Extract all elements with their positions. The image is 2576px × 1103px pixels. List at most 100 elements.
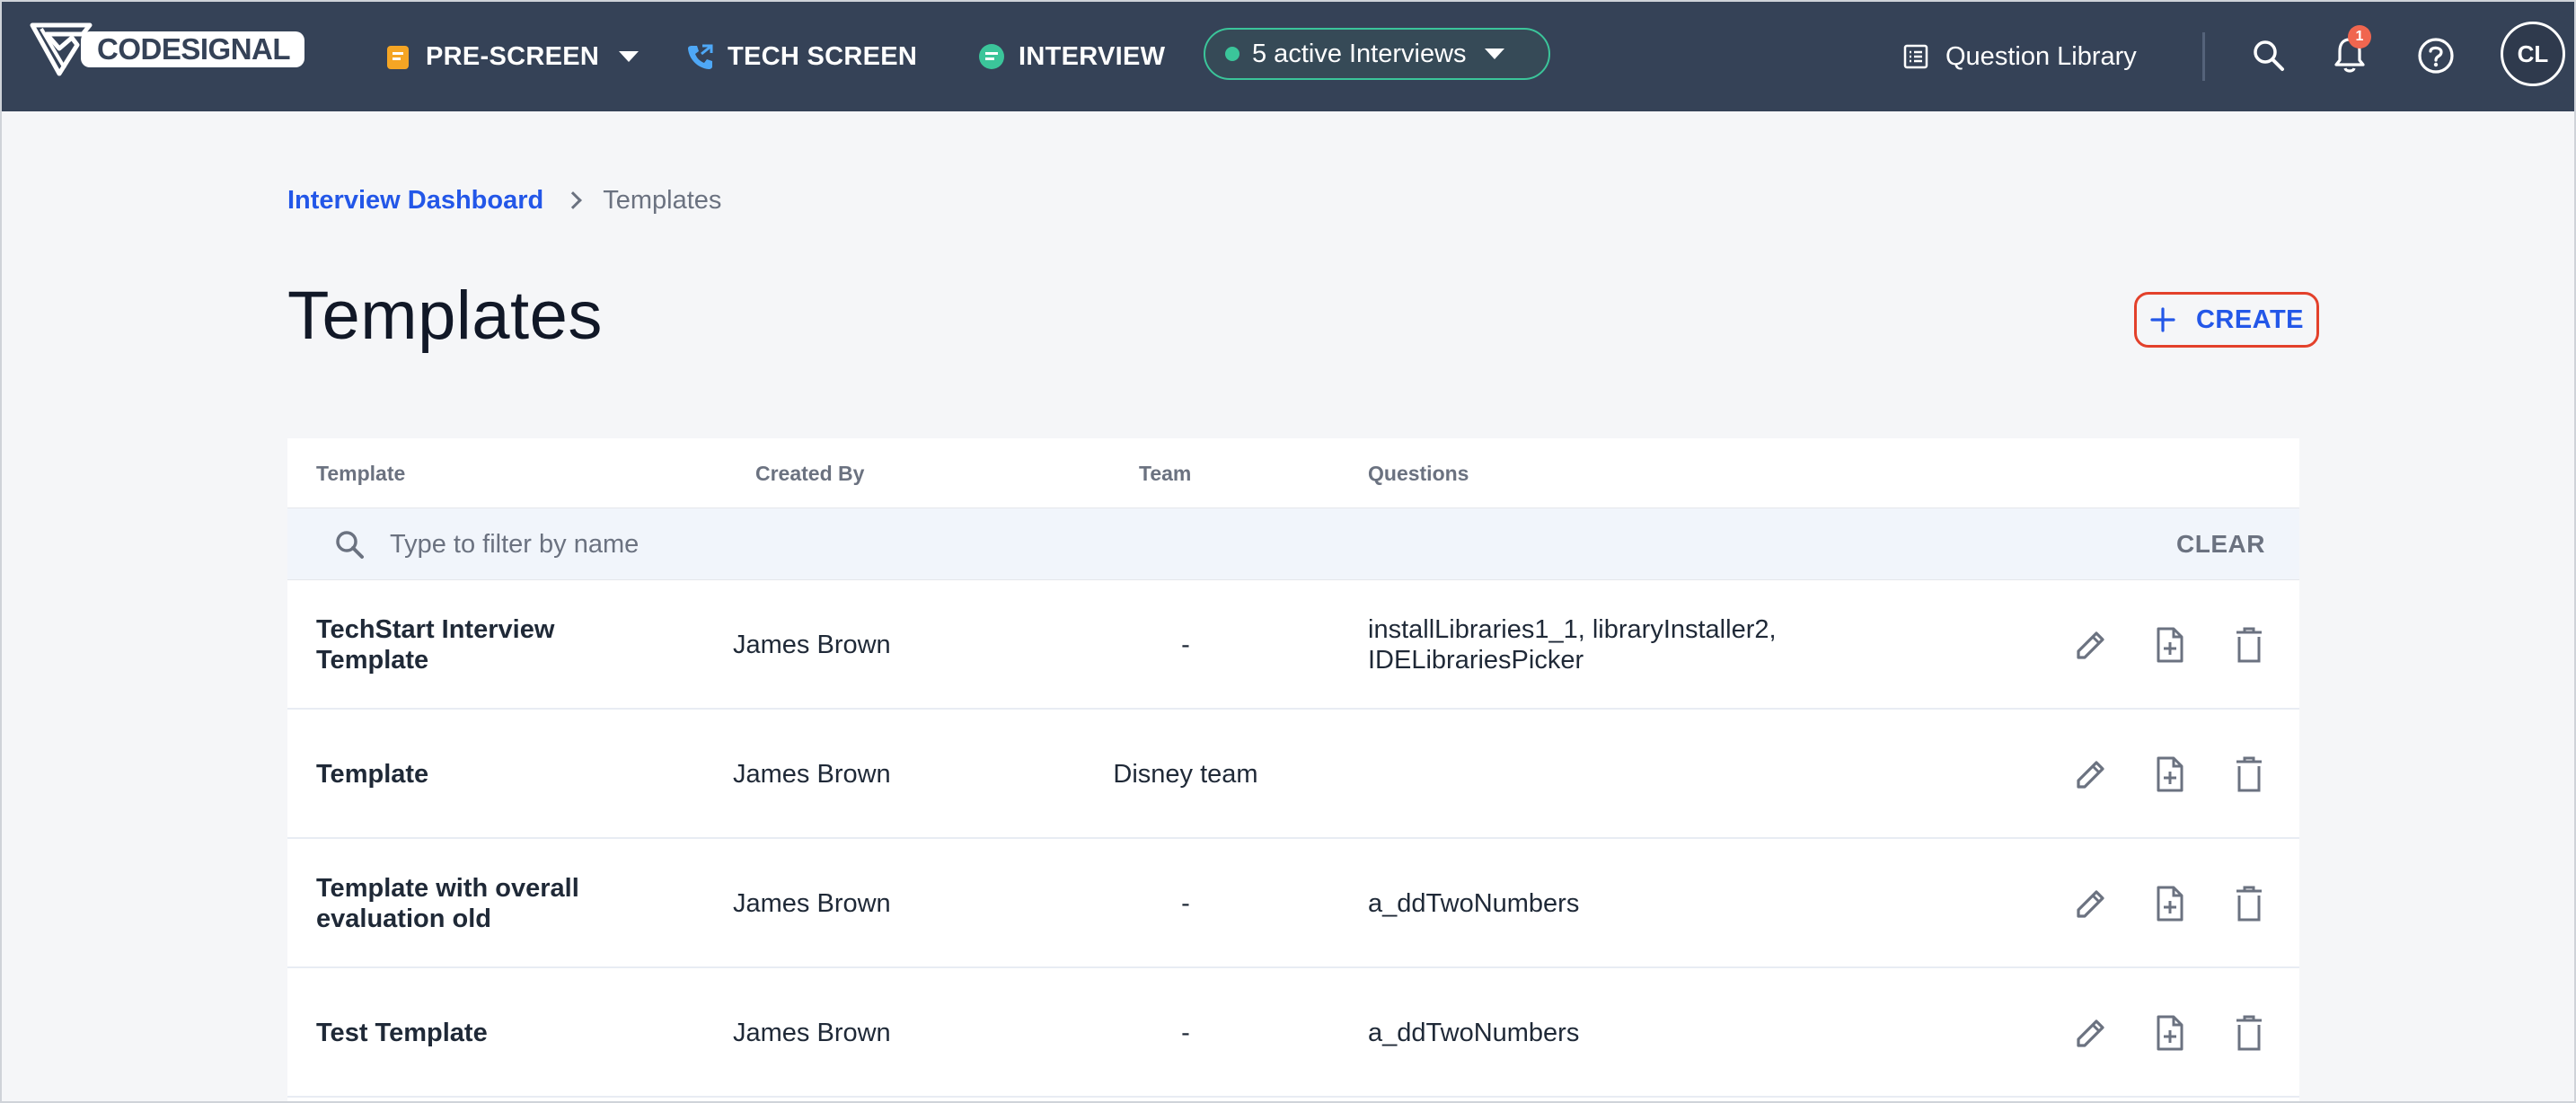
nav-tech-screen-label: TECH SCREEN <box>728 41 918 71</box>
top-navigation-bar: CODESIGNAL PRE-SCREEN TECH SCREEN INTERV… <box>2 2 2574 111</box>
phone-icon <box>688 44 713 69</box>
active-interviews-label: 5 active Interviews <box>1252 39 1467 68</box>
template-name-cell: Test Template <box>316 968 622 1098</box>
created-by-cell: James Brown <box>733 759 891 789</box>
template-name-line: Template <box>316 760 429 789</box>
delete-template-button[interactable] <box>2226 880 2272 927</box>
column-header-template[interactable]: Template <box>316 438 405 508</box>
delete-template-button[interactable] <box>2226 622 2272 668</box>
breadcrumb: Interview Dashboard Templates <box>287 181 721 219</box>
chevron-down-icon <box>1484 49 1504 59</box>
template-name-line: Template with overall <box>316 874 579 903</box>
notifications-button[interactable]: 1 <box>2323 25 2377 83</box>
duplicate-icon <box>2157 756 2183 792</box>
clear-filter-button[interactable]: CLEAR <box>2176 525 2265 564</box>
column-header-team[interactable]: Team <box>1139 438 1191 508</box>
breadcrumb-interview-dashboard[interactable]: Interview Dashboard <box>287 186 543 216</box>
edit-template-button[interactable] <box>2068 751 2114 798</box>
search-icon <box>336 531 364 559</box>
logo-mark-icon <box>30 22 93 76</box>
logo-wordmark: CODESIGNAL <box>81 31 305 67</box>
delete-icon <box>2236 886 2262 922</box>
template-name-cell: TechStart Interview Template <box>316 580 622 710</box>
row-actions <box>2068 878 2272 929</box>
template-name-line: Template <box>316 646 429 675</box>
edit-template-button[interactable] <box>2068 880 2114 927</box>
edit-icon <box>2077 1019 2104 1047</box>
row-actions <box>2068 749 2272 799</box>
duplicate-template-button[interactable] <box>2147 880 2193 927</box>
filter-by-name-input[interactable] <box>390 525 1468 564</box>
team-cell: - <box>1181 630 1190 659</box>
row-actions <box>2068 1008 2272 1058</box>
created-by-cell: James Brown <box>733 1018 891 1047</box>
nav-pre-screen-label: PRE-SCREEN <box>426 41 600 71</box>
question-library-label: Question Library <box>1945 41 2137 71</box>
column-header-created-by[interactable]: Created By <box>755 438 864 508</box>
created-by-cell: James Brown <box>733 888 891 918</box>
page-title: Templates <box>287 278 603 354</box>
create-button-label: CREATE <box>2195 304 2305 334</box>
template-name-cell: Template <box>316 710 622 839</box>
chevron-right-icon <box>564 191 583 209</box>
filter-row: CLEAR <box>287 508 2299 580</box>
table-row[interactable]: Test Template James Brown - a_ddTwoNumbe… <box>287 968 2299 1098</box>
edit-template-button[interactable] <box>2068 622 2114 668</box>
team-cell: - <box>1181 1018 1190 1047</box>
nav-tech-screen[interactable]: TECH SCREEN <box>686 2 917 111</box>
duplicate-icon <box>2157 886 2183 922</box>
edit-icon <box>2077 631 2104 659</box>
codesignal-logo[interactable]: CODESIGNAL <box>29 22 305 77</box>
notification-count-badge: 1 <box>2348 25 2371 49</box>
templates-table: Template Created By Team Questions CLEAR… <box>287 438 2299 1101</box>
nav-interview-label: INTERVIEW <box>1019 41 1166 71</box>
questions-cell: a_ddTwoNumbers <box>1368 839 1907 968</box>
template-name-line: TechStart Interview <box>316 615 555 644</box>
edit-icon <box>2077 890 2104 918</box>
questions-line: a_ddTwoNumbers <box>1368 889 1580 918</box>
row-actions <box>2068 620 2272 670</box>
search-icon <box>2254 40 2284 71</box>
team-cell: - <box>1181 888 1190 918</box>
user-avatar[interactable]: CL <box>2501 22 2565 86</box>
questions-line: IDELibrariesPicker <box>1368 646 1584 675</box>
app-window: CODESIGNAL PRE-SCREEN TECH SCREEN INTERV… <box>0 0 2576 1103</box>
delete-icon <box>2236 756 2262 792</box>
pre-screen-icon <box>387 46 409 69</box>
plus-icon <box>2150 307 2175 332</box>
search-button[interactable] <box>2242 29 2296 83</box>
table-row[interactable]: TechStart Interview Template James Brown… <box>287 580 2299 710</box>
team-cell: Disney team <box>1113 759 1258 789</box>
duplicate-template-button[interactable] <box>2147 622 2193 668</box>
delete-icon <box>2236 627 2262 663</box>
help-button[interactable] <box>2409 29 2463 83</box>
question-library-link[interactable]: Question Library <box>1902 2 2137 111</box>
nav-pre-screen[interactable]: PRE-SCREEN <box>384 2 640 111</box>
table-header: Template Created By Team Questions <box>287 438 2299 508</box>
active-interviews-dropdown[interactable]: 5 active Interviews <box>1204 28 1550 80</box>
delete-icon <box>2236 1015 2262 1051</box>
duplicate-template-button[interactable] <box>2147 751 2193 798</box>
table-row[interactable]: Template with overall evaluation old Jam… <box>287 839 2299 968</box>
create-template-button[interactable]: CREATE <box>2134 292 2319 348</box>
interview-chat-icon <box>979 44 1004 69</box>
nav-interview[interactable]: INTERVIEW <box>977 2 1165 111</box>
template-name-line: evaluation old <box>316 904 491 933</box>
help-circle-icon <box>2418 38 2454 74</box>
duplicate-icon <box>2157 627 2183 663</box>
questions-line: installLibraries1_1, libraryInstaller2, <box>1368 615 1777 644</box>
created-by-cell: James Brown <box>733 630 891 659</box>
delete-template-button[interactable] <box>2226 1010 2272 1056</box>
column-header-questions[interactable]: Questions <box>1368 438 1469 508</box>
questions-cell <box>1368 710 1907 839</box>
chevron-down-icon <box>619 51 640 62</box>
template-name-line: Test Template <box>316 1019 488 1047</box>
active-status-dot <box>1225 47 1239 61</box>
template-name-cell: Template with overall evaluation old <box>316 839 622 968</box>
table-row[interactable]: Template James Brown Disney team <box>287 710 2299 839</box>
edit-template-button[interactable] <box>2068 1010 2114 1056</box>
delete-template-button[interactable] <box>2226 751 2272 798</box>
duplicate-template-button[interactable] <box>2147 1010 2193 1056</box>
nav-divider <box>2202 32 2205 81</box>
edit-icon <box>2077 761 2104 789</box>
